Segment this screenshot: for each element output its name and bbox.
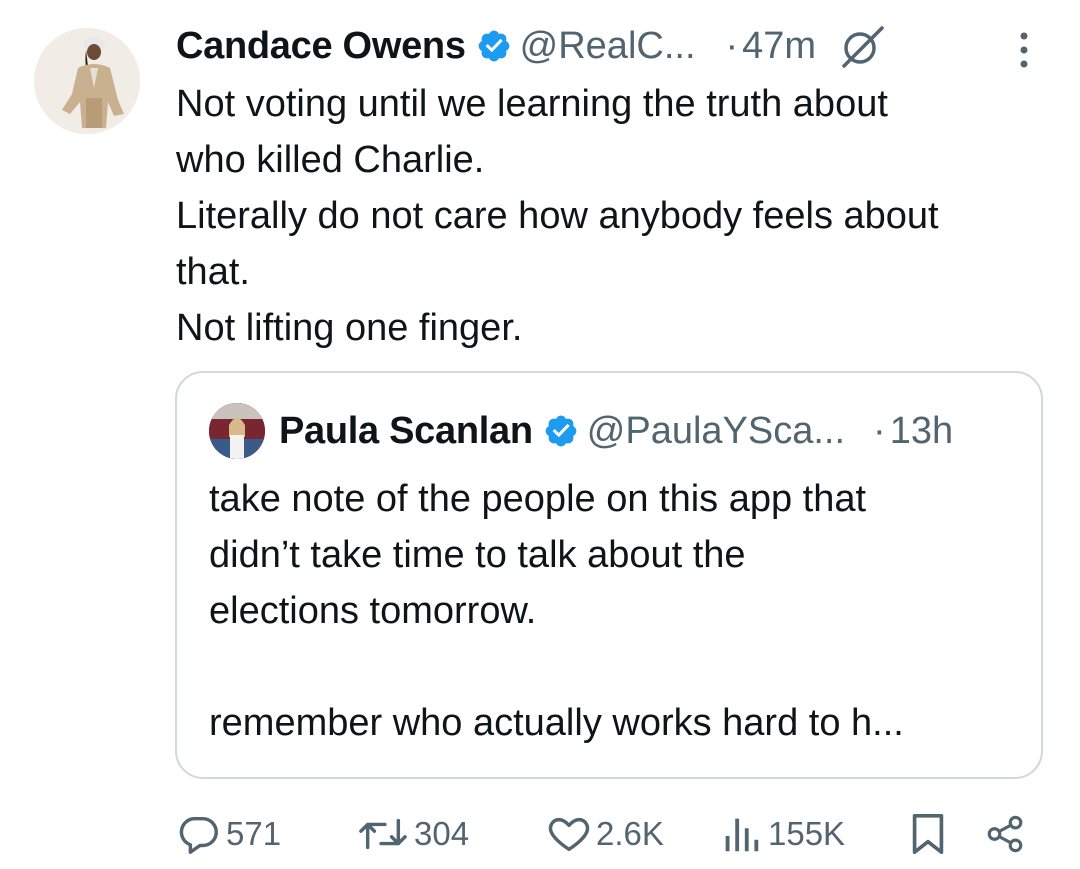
quoted-text-line: [209, 639, 1009, 695]
bookmark-icon: [912, 813, 944, 855]
quoted-author-avatar[interactable]: [209, 403, 265, 459]
quoted-text-line: didn’t take time to talk about the: [209, 534, 746, 576]
reply-count: 571: [226, 815, 282, 852]
quoted-author-handle[interactable]: @PaulaYSca...: [587, 410, 845, 453]
quoted-tweet-text: take note of the people on this app that…: [209, 471, 1009, 751]
tweet-action-bar: 571 304 2.6K 155K: [0, 806, 1080, 862]
views-icon: [725, 818, 759, 852]
views-button[interactable]: 155K: [718, 806, 845, 862]
tweet-text: Not voting until we learning the truth a…: [176, 76, 1056, 356]
author-avatar[interactable]: [34, 28, 140, 134]
quoted-tweet-header: Paula Scanlan @PaulaYSca... · 13h: [209, 403, 953, 459]
share-icon: [987, 815, 1023, 853]
quoted-text-line: elections tomorrow.: [209, 590, 537, 632]
bookmark-button[interactable]: [908, 806, 948, 862]
tweet-header: Candace Owens @RealC... · 47m: [176, 20, 1046, 72]
like-count: 2.6K: [596, 815, 664, 852]
grok-icon[interactable]: [838, 22, 886, 70]
tweet-text-line: Literally do not care how anybody feels …: [176, 195, 939, 237]
repost-icon: [359, 818, 407, 850]
repost-button[interactable]: 304: [356, 806, 469, 862]
reply-button[interactable]: 571: [176, 806, 281, 862]
tweet-text-line: who killed Charlie.: [176, 139, 485, 181]
author-handle[interactable]: @RealC...: [520, 25, 696, 68]
time-separator: ·: [725, 24, 739, 67]
author-name[interactable]: Candace Owens: [176, 25, 466, 68]
repost-count: 304: [414, 815, 470, 852]
quoted-text-line: remember who actually works hard to h...: [209, 702, 904, 744]
share-button[interactable]: [984, 806, 1026, 862]
time-separator: ·: [873, 409, 886, 452]
verified-badge-icon: [543, 413, 579, 449]
tweet-text-line: Not voting until we learning the truth a…: [176, 83, 888, 125]
quoted-author-name[interactable]: Paula Scanlan: [279, 410, 533, 453]
more-vertical-icon[interactable]: [1012, 28, 1036, 72]
tweet-text-line: Not lifting one finger.: [176, 307, 523, 349]
quoted-tweet-card[interactable]: Paula Scanlan @PaulaYSca... · 13h take n…: [175, 371, 1043, 779]
tweet-text-line: that.: [176, 251, 250, 293]
reply-icon: [179, 816, 218, 854]
tweet-time[interactable]: 47m: [742, 25, 816, 68]
views-count: 155K: [768, 815, 846, 852]
heart-icon: [548, 817, 590, 852]
quoted-tweet-time[interactable]: 13h: [890, 410, 953, 453]
like-button[interactable]: 2.6K: [546, 806, 664, 862]
quoted-text-line: take note of the people on this app that: [209, 478, 867, 520]
verified-badge-icon: [476, 28, 512, 64]
